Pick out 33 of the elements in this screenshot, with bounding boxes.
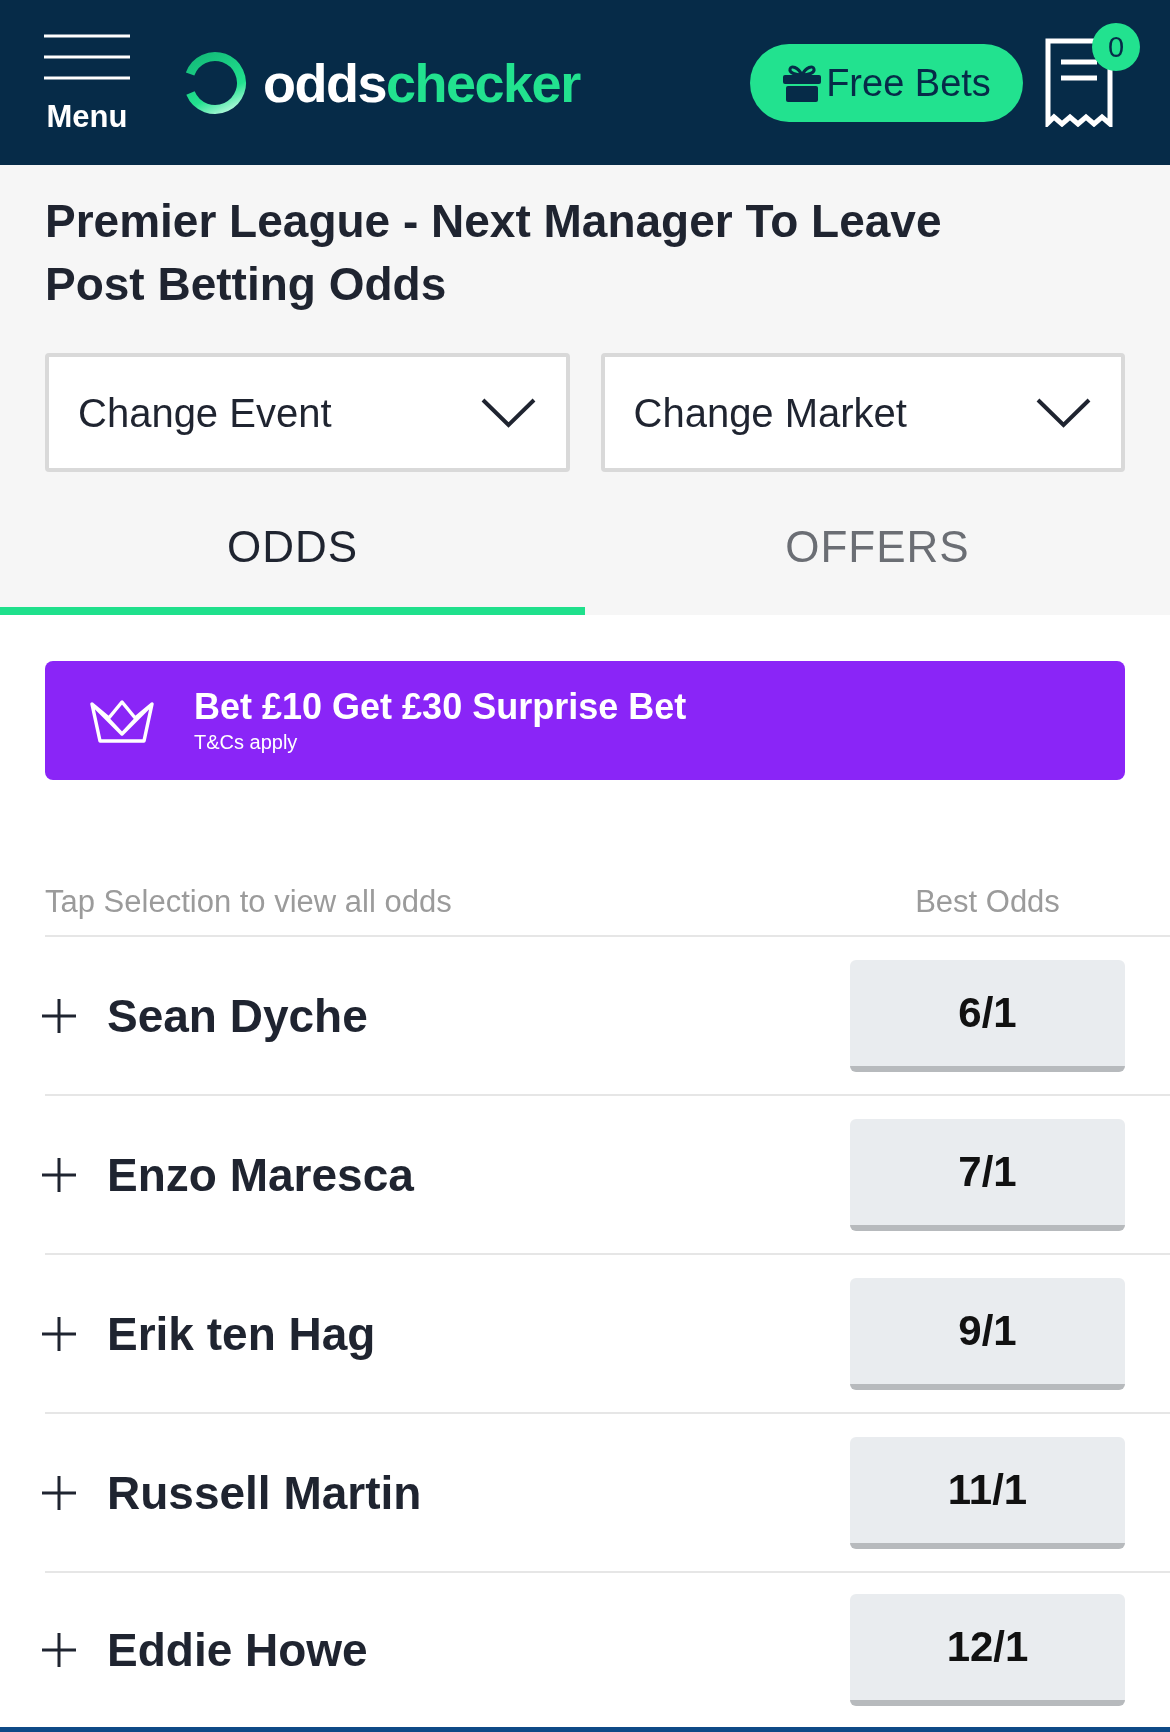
tab[interactable]: ODDS [0, 472, 585, 615]
chevron-down-icon [1036, 397, 1091, 428]
gift-icon [782, 62, 823, 103]
promo-banner[interactable]: Bet £10 Get £30 Surprise Bet T&Cs apply [45, 661, 1125, 780]
page-title: Premier League - Next Manager To Leave Post Betting Odds [45, 194, 943, 312]
crown-icon [88, 697, 156, 744]
plus-icon[interactable] [42, 1633, 76, 1667]
logo-wordmark[interactable]: oddschecker [263, 55, 580, 110]
tab[interactable]: OFFERS [585, 472, 1170, 615]
odds-button[interactable]: 11/1 [850, 1436, 1125, 1549]
menu-icon [44, 34, 130, 80]
logo-ring-icon[interactable] [183, 50, 247, 115]
free-bets-button[interactable]: Free Bets [750, 43, 1023, 122]
odds-button[interactable]: 12/1 [850, 1594, 1125, 1706]
selection-name[interactable]: Enzo Maresca [107, 1151, 850, 1198]
selection-name[interactable]: Eddie Howe [107, 1627, 850, 1673]
plus-icon[interactable] [42, 1157, 76, 1192]
odds-button[interactable]: 7/1 [850, 1118, 1125, 1231]
terms-text: T&Cs apply [194, 730, 299, 754]
odds-button[interactable]: 9/1 [850, 1277, 1125, 1390]
chevron-down-icon [480, 397, 536, 428]
selection-name[interactable]: Russell Martin [107, 1469, 850, 1516]
odds-button[interactable]: 6/1 [850, 959, 1125, 1072]
count-badge: 0 [1092, 23, 1140, 71]
hint-text: Tap Selection to view all odds [45, 883, 453, 921]
select-dropdown[interactable]: Change Event [45, 353, 570, 472]
plus-icon[interactable] [42, 1475, 76, 1510]
column-heading: Best Odds [914, 883, 1061, 921]
menu-button[interactable]: Menu [44, 34, 130, 135]
plus-icon[interactable] [42, 1316, 76, 1351]
plus-icon[interactable] [42, 998, 76, 1033]
select-dropdown[interactable]: Change Market [600, 353, 1125, 472]
promo-title: Bet £10 Get £30 Surprise Bet [194, 687, 687, 727]
